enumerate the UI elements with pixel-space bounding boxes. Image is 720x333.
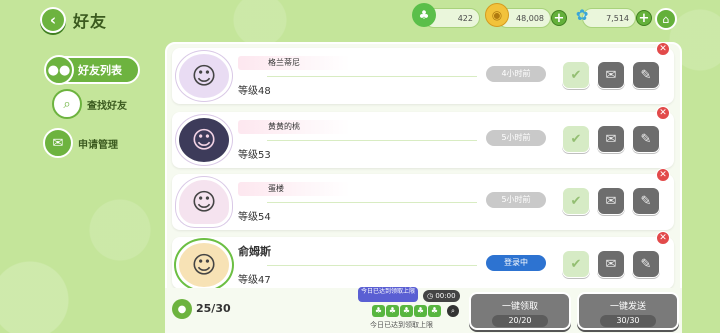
friend-name: 俞姆斯	[238, 245, 271, 258]
timer-value: 00:00	[435, 292, 456, 300]
send-all-button[interactable]: 一键发送 30/30	[577, 292, 679, 330]
chat-button[interactable]: ✎	[632, 61, 660, 89]
chat-icon: ✎	[640, 131, 652, 147]
send-gift-button[interactable]: ✉	[597, 125, 625, 153]
friend-level: 等级47	[238, 275, 271, 286]
divider	[267, 76, 477, 77]
close-icon: ✕	[659, 170, 667, 180]
delete-friend-button[interactable]: ✕	[656, 231, 670, 245]
clover-icon: ♣	[428, 305, 441, 317]
nav-find-friend-label: 查找好友	[87, 100, 127, 112]
chat-icon: ✎	[640, 193, 652, 209]
info-search-icon[interactable]: ⌕	[447, 305, 459, 317]
nav-application-manage-label: 申请管理	[78, 139, 118, 151]
friend-card[interactable]: ☺ 格兰蒂尼 等级48 4小时前 ✔ ✉ ✎ ✕	[172, 42, 674, 104]
last-online-badge: 5小时前	[486, 192, 546, 208]
add-butterfly-button[interactable]: +	[636, 10, 652, 26]
delete-friend-button[interactable]: ✕	[656, 168, 670, 182]
delete-friend-button[interactable]: ✕	[656, 42, 670, 56]
gift-received-icon: ✔	[570, 131, 582, 147]
clover-icon: ♣	[386, 305, 399, 317]
chat-button[interactable]: ✎	[632, 187, 660, 215]
collect-gift-button[interactable]: ✔	[562, 125, 590, 153]
divider	[267, 265, 477, 266]
clover-currency-value: 422	[457, 13, 473, 23]
collect-all-count: 20/20	[492, 315, 548, 327]
clover-icon: ♣	[400, 305, 413, 317]
collect-all-button[interactable]: 一键领取 20/20	[469, 292, 571, 330]
gold-coin-icon: ◉	[485, 3, 509, 27]
clover-progress: ♣ ♣ ♣ ♣ ♣	[372, 305, 441, 317]
home-icon: ⌂	[662, 12, 670, 26]
limit-tooltip: 今日已达到领取上限	[358, 287, 418, 302]
friend-card[interactable]: ☺ 黄黄的桃 等级53 5小时前 ✔ ✉ ✎ ✕	[172, 106, 674, 168]
gift-send-icon: ✉	[605, 67, 617, 83]
clover-icon: ♣	[414, 305, 427, 317]
friend-level: 等级48	[238, 86, 271, 97]
last-online-badge: 5小时前	[486, 130, 546, 146]
friend-card[interactable]: ☺ 蛋楼 等级54 5小时前 ✔ ✉ ✎ ✕	[172, 168, 674, 230]
collect-gift-button[interactable]: ✔	[562, 250, 590, 278]
collect-all-label: 一键领取	[501, 302, 538, 312]
friend-avatar[interactable]: ☺	[176, 51, 232, 101]
add-gold-button[interactable]: +	[551, 10, 567, 26]
gift-received-icon: ✔	[570, 67, 582, 83]
send-gift-button[interactable]: ✉	[597, 61, 625, 89]
divider	[267, 202, 477, 203]
friend-avatar[interactable]: ☺	[176, 240, 232, 290]
send-all-label: 一键发送	[609, 302, 646, 312]
back-button[interactable]: ‹	[40, 7, 66, 33]
chat-icon: ✎	[640, 67, 652, 83]
friend-name: 蛋楼	[238, 182, 398, 196]
reset-timer: ◷ 00:00	[423, 290, 460, 302]
last-online-badge: 4小时前	[486, 66, 546, 82]
friend-count-icon: ●	[172, 299, 192, 319]
page-title: 好友	[73, 12, 108, 31]
friend-count: 25/30	[196, 302, 231, 315]
online-status-badge: 登录中	[486, 255, 546, 271]
send-gift-button[interactable]: ✉	[597, 187, 625, 215]
close-icon: ✕	[659, 233, 667, 243]
friend-card[interactable]: ☺ 俞姆斯 等级47 登录中 ✔ ✉ ✎ ✕	[172, 231, 674, 290]
divider	[267, 140, 477, 141]
collect-gift-button[interactable]: ✔	[562, 187, 590, 215]
close-icon: ✕	[659, 44, 667, 54]
friend-avatar[interactable]: ☺	[176, 115, 232, 165]
clock-icon: ◷	[427, 292, 434, 300]
clover-icon: ♣	[372, 305, 385, 317]
gift-received-icon: ✔	[570, 193, 582, 209]
friend-avatar[interactable]: ☺	[176, 177, 232, 227]
nav-application-manage[interactable]: ✉ 申请管理	[43, 128, 118, 158]
friend-level: 等级54	[238, 212, 271, 223]
collect-gift-button[interactable]: ✔	[562, 61, 590, 89]
delete-friend-button[interactable]: ✕	[656, 106, 670, 120]
friend-level: 等级53	[238, 150, 271, 161]
close-icon: ✕	[659, 108, 667, 118]
chat-icon: ✎	[640, 256, 652, 272]
butterfly-value: 7,514	[606, 13, 629, 23]
gift-send-icon: ✉	[605, 256, 617, 272]
nav-find-friend[interactable]: ⌕ 查找好友	[52, 89, 127, 119]
nav-friend-list[interactable]: ●● 好友列表	[44, 55, 140, 85]
send-gift-button[interactable]: ✉	[597, 250, 625, 278]
limit-text: 今日已达到领取上限	[370, 321, 433, 329]
friend-name: 格兰蒂尼	[238, 56, 398, 70]
gift-received-icon: ✔	[570, 256, 582, 272]
butterfly-icon: ✿	[575, 6, 589, 24]
gift-send-icon: ✉	[605, 193, 617, 209]
gift-send-icon: ✉	[605, 131, 617, 147]
gold-coin-value: 48,008	[516, 13, 544, 23]
chat-button[interactable]: ✎	[632, 250, 660, 278]
friends-icon: ●●	[44, 55, 74, 85]
application-icon: ✉	[43, 128, 73, 158]
home-button[interactable]: ⌂	[655, 8, 677, 30]
chat-button[interactable]: ✎	[632, 125, 660, 153]
arrow-left-icon: ‹	[49, 11, 57, 29]
friend-name: 黄黄的桃	[238, 120, 398, 134]
send-all-count: 30/30	[600, 315, 656, 327]
search-icon: ⌕	[52, 89, 82, 119]
clover-currency-icon: ♣	[412, 3, 436, 27]
